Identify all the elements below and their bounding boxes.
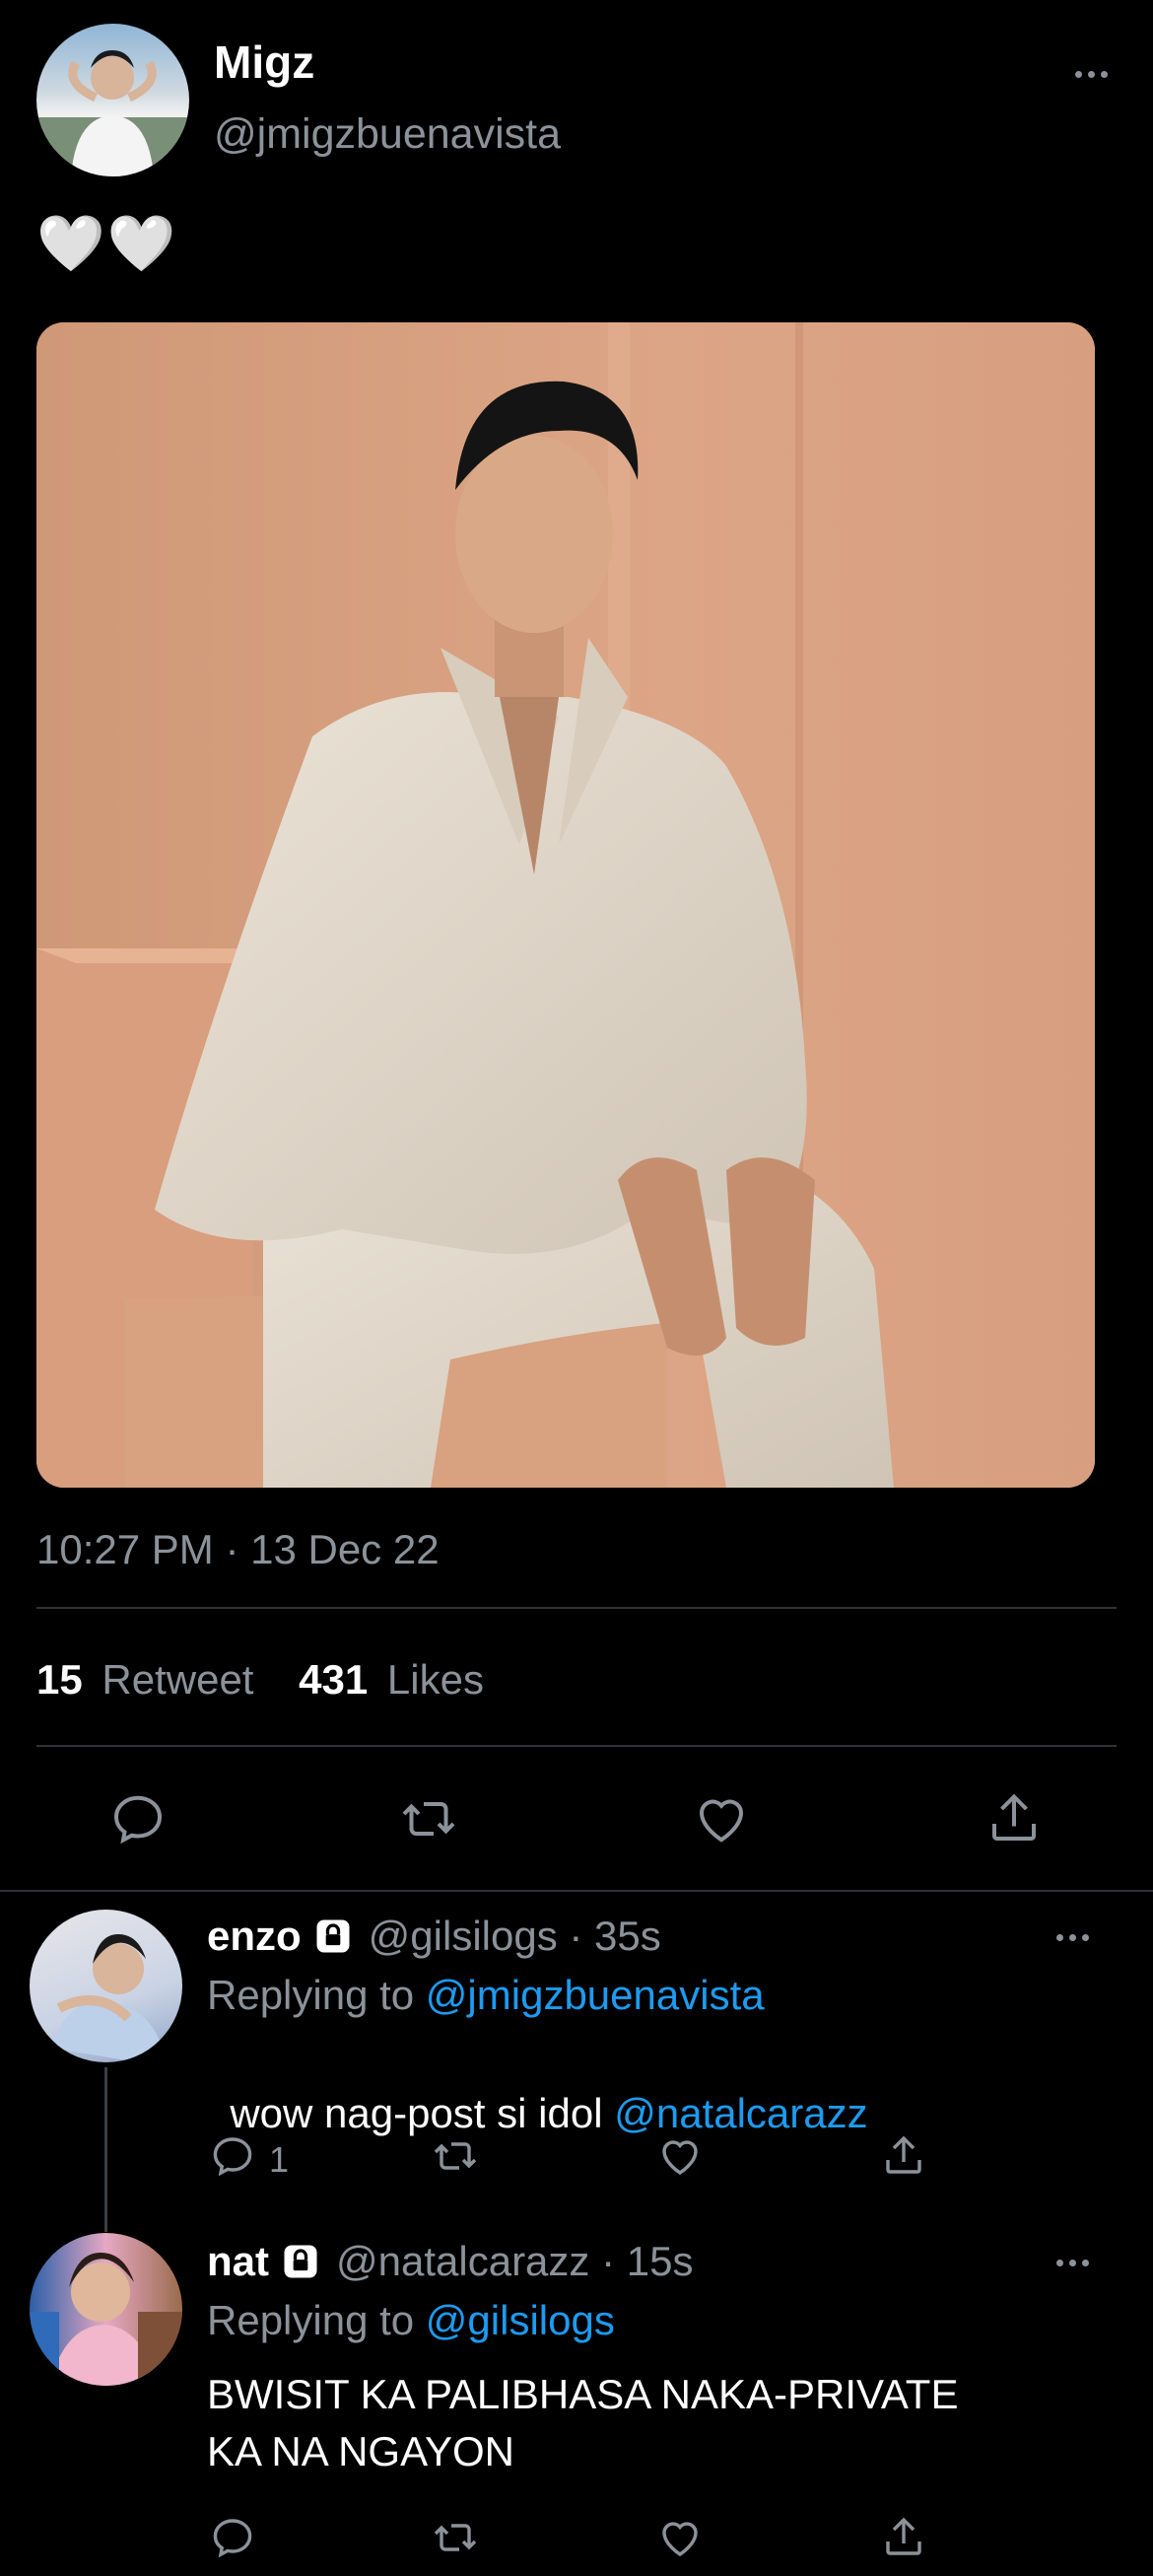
like-icon[interactable]: [692, 1789, 751, 1848]
reply-text: wow nag-post si idol @natalcarazz: [207, 2043, 867, 2137]
share-icon[interactable]: [880, 2514, 927, 2561]
reply-author-name[interactable]: nat: [207, 2238, 269, 2285]
divider: [36, 1607, 1117, 1609]
thread-line: [104, 2067, 107, 2232]
retweet-icon[interactable]: [432, 2132, 479, 2180]
reply-author-name[interactable]: enzo: [207, 1913, 302, 1960]
tweet-stats: 15 Retweet 431 Likes: [36, 1656, 484, 1704]
replying-to-link[interactable]: @jmigzbuenavista: [426, 1972, 765, 2018]
share-icon[interactable]: [880, 2132, 927, 2180]
like-label[interactable]: Likes: [387, 1656, 484, 1703]
more-icon[interactable]: [1061, 59, 1120, 89]
reply-avatar[interactable]: [30, 2233, 182, 2386]
share-icon[interactable]: [984, 1789, 1044, 1848]
tweet-image[interactable]: [36, 322, 1095, 1488]
author-handle[interactable]: @jmigzbuenavista: [214, 110, 561, 159]
tweet-timestamp[interactable]: 10:27 PM · 13 Dec 22: [36, 1526, 440, 1573]
reply-handle-time[interactable]: @natalcarazz · 15s: [336, 2238, 693, 2285]
lock-icon: [279, 2240, 322, 2283]
reply-count[interactable]: 1: [269, 2139, 289, 2181]
reply-body: wow nag-post si idol: [230, 2090, 615, 2136]
replying-to: Replying to @gilsilogs: [207, 2297, 615, 2344]
retweet-count[interactable]: 15: [36, 1656, 83, 1703]
reply-icon[interactable]: [209, 2514, 256, 2561]
replying-prefix: Replying to: [207, 2297, 426, 2343]
reply-header: enzo @gilsilogs · 35s: [207, 1913, 661, 1960]
tweet-text: 🤍🤍: [36, 212, 178, 274]
divider: [36, 1745, 1117, 1747]
reply-icon[interactable]: [108, 1789, 168, 1848]
like-count[interactable]: 431: [299, 1656, 368, 1703]
more-icon[interactable]: [1043, 1922, 1102, 1952]
lock-icon: [311, 1915, 355, 1958]
retweet-icon[interactable]: [399, 1789, 458, 1848]
retweet-label[interactable]: Retweet: [102, 1656, 253, 1703]
like-icon[interactable]: [656, 2514, 704, 2561]
retweet-icon[interactable]: [432, 2514, 479, 2561]
like-icon[interactable]: [656, 2132, 704, 2180]
reply-body-line: KA NA NGAYON: [207, 2428, 514, 2474]
reply-handle-time[interactable]: @gilsilogs · 35s: [369, 1913, 661, 1960]
replying-to: Replying to @jmigzbuenavista: [207, 1972, 765, 2019]
replying-to-link[interactable]: @gilsilogs: [426, 2297, 615, 2343]
author-avatar[interactable]: [36, 24, 189, 176]
replying-prefix: Replying to: [207, 1972, 426, 2018]
reply-avatar[interactable]: [30, 1910, 182, 2062]
reply-text: BWISIT KA PALIBHASA NAKA-PRIVATE KA NA N…: [207, 2366, 958, 2480]
reply-icon[interactable]: [209, 2132, 256, 2180]
reply-body-line: BWISIT KA PALIBHASA NAKA-PRIVATE: [207, 2371, 959, 2417]
more-icon[interactable]: [1043, 2248, 1102, 2277]
author-name[interactable]: Migz: [214, 35, 314, 89]
reply-header: nat @natalcarazz · 15s: [207, 2238, 693, 2285]
section-divider: [0, 1890, 1153, 1892]
mention-link[interactable]: @natalcarazz: [614, 2090, 867, 2136]
